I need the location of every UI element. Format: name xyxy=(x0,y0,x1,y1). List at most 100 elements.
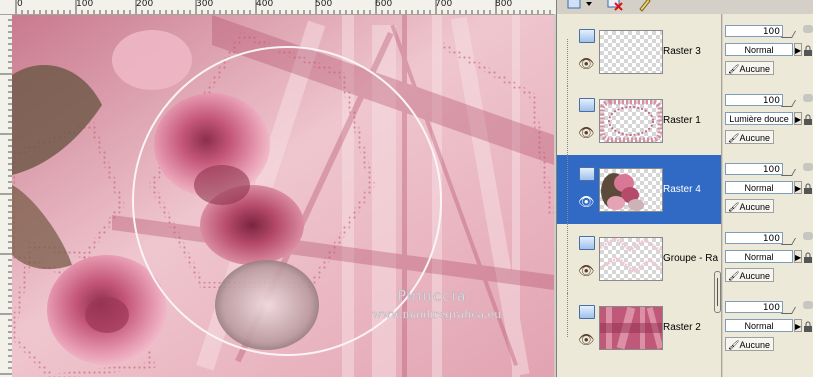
layer-name: Raster 1 xyxy=(663,115,701,126)
blend-mode-select[interactable]: Normal xyxy=(725,319,793,332)
raster-layer-icon xyxy=(579,167,595,181)
link-toggle[interactable] xyxy=(803,163,813,171)
layer-thumbnail xyxy=(599,99,663,143)
layer-row-raster-1[interactable]: 👁︎ Raster 1 xyxy=(557,86,721,155)
opacity-slider[interactable] xyxy=(780,307,797,314)
layer-row-raster-3[interactable]: 👁︎ Raster 3 xyxy=(557,17,721,86)
layer-props-raster-4: 100 Normal ▶ 🖌︎Aucune xyxy=(723,161,813,230)
layer-row-raster-2[interactable]: 👁︎ Raster 2 xyxy=(557,293,721,362)
horizontal-ruler: 0 100 200 300 400 500 600 700 800 xyxy=(12,0,556,15)
layer-properties-column: 100 Normal ▶ 🖌︎Aucune 100 Lumière douce … xyxy=(723,14,813,377)
layer-thumbnail xyxy=(599,306,663,350)
raster-layer-icon xyxy=(579,98,595,112)
frame-thumbnail-art xyxy=(600,100,662,142)
lock-icon[interactable] xyxy=(803,114,813,126)
background-thumbnail-art xyxy=(600,307,662,349)
opacity-field[interactable]: 100 xyxy=(725,25,783,37)
layer-thumbnail xyxy=(599,168,663,212)
ruler-label: 100 xyxy=(76,0,94,9)
lock-icon[interactable] xyxy=(803,45,813,57)
opacity-slider[interactable] xyxy=(780,31,797,38)
layer-thumbnail xyxy=(599,30,663,74)
layer-row-raster-4[interactable]: 👁︎ Raster 4 xyxy=(557,155,721,224)
visibility-eye-icon[interactable]: 👁︎ xyxy=(578,264,595,277)
layer-name: Raster 2 xyxy=(663,322,701,333)
mask-button[interactable]: 🖌︎Aucune xyxy=(725,337,774,351)
layer-name: Groupe - Ra xyxy=(663,253,719,264)
opacity-field[interactable]: 100 xyxy=(725,301,783,313)
blend-mode-arrow-icon[interactable]: ▶ xyxy=(794,43,802,56)
panel-splitter-handle[interactable] xyxy=(714,271,721,313)
new-layer-icon[interactable] xyxy=(565,0,583,13)
ruler-label: 200 xyxy=(136,0,154,9)
raster-layer-icon xyxy=(579,305,595,319)
tree-connector xyxy=(567,39,569,86)
blend-mode-arrow-icon[interactable]: ▶ xyxy=(794,112,802,125)
layer-name: Raster 3 xyxy=(663,46,701,57)
image-canvas-area[interactable]: 0 100 200 300 400 500 600 700 800 Pinucc… xyxy=(0,0,556,377)
watermark-url: www.maidiregrafica.eu xyxy=(372,308,501,321)
visibility-eye-icon[interactable]: 👁︎ xyxy=(578,57,595,70)
vertical-ruler-ticks xyxy=(0,14,12,375)
tree-connector xyxy=(567,155,569,224)
pattern-thumbnail-art xyxy=(600,238,662,274)
ruler-label: 800 xyxy=(495,0,513,9)
visibility-eye-icon[interactable]: 👁︎ xyxy=(578,195,595,208)
opacity-slider[interactable] xyxy=(780,169,797,176)
blend-mode-select[interactable]: Normal xyxy=(725,181,793,194)
ruler-label: 700 xyxy=(435,0,453,9)
link-toggle[interactable] xyxy=(803,25,813,33)
link-toggle[interactable] xyxy=(803,94,813,102)
layer-name: Raster 4 xyxy=(663,184,701,195)
group-layer-icon xyxy=(579,236,595,250)
mask-label: Aucune xyxy=(739,64,770,74)
lock-icon[interactable] xyxy=(803,183,813,195)
delete-layer-icon[interactable] xyxy=(605,0,625,13)
blend-mode-select[interactable]: Normal xyxy=(725,250,793,263)
mask-button[interactable]: 🖌︎Aucune xyxy=(725,130,774,144)
opacity-field[interactable]: 100 xyxy=(725,232,783,244)
brush-icon: 🖌︎ xyxy=(728,133,740,143)
blend-mode-arrow-icon[interactable]: ▶ xyxy=(794,181,802,194)
roses-thumbnail-art xyxy=(601,173,644,211)
mask-button[interactable]: 🖌︎Aucune xyxy=(725,199,774,213)
link-toggle[interactable] xyxy=(803,301,813,309)
brush-icon: 🖌︎ xyxy=(728,271,740,281)
layer-props-raster-1: 100 Lumière douce ▶ 🖌︎Aucune xyxy=(723,92,813,161)
mask-label: Aucune xyxy=(739,133,770,143)
tree-connector xyxy=(567,224,569,293)
layer-row-group[interactable]: 👁︎ Groupe - Ra xyxy=(557,224,721,293)
visibility-eye-icon[interactable]: 👁︎ xyxy=(578,126,595,139)
brush-icon: 🖌︎ xyxy=(728,340,740,350)
layer-props-raster-2: 100 Normal ▶ 🖌︎Aucune xyxy=(723,299,813,368)
layer-props-raster-3: 100 Normal ▶ 🖌︎Aucune xyxy=(723,23,813,92)
ruler-label: 400 xyxy=(256,0,274,9)
ruler-label: 500 xyxy=(315,0,333,9)
blend-mode-select[interactable]: Normal xyxy=(725,43,793,56)
blend-mode-arrow-icon[interactable]: ▶ xyxy=(794,319,802,332)
blend-mode-select[interactable]: Lumière douce xyxy=(725,112,793,125)
link-toggle[interactable] xyxy=(803,232,813,240)
watermark-text: Pinuccia xyxy=(397,287,467,305)
visibility-eye-icon[interactable]: 👁︎ xyxy=(578,333,595,346)
layers-palette: 👁︎ Raster 3 👁︎ Raster 1 👁︎ Raster 4 👁︎ G… xyxy=(556,0,813,377)
opacity-field[interactable]: 100 xyxy=(725,94,783,106)
mask-label: Aucune xyxy=(739,271,770,281)
ruler-label: 0 xyxy=(17,0,23,9)
artwork-image[interactable]: Pinuccia www.maidiregrafica.eu xyxy=(12,15,554,377)
brush-icon: 🖌︎ xyxy=(728,202,740,212)
tree-connector xyxy=(567,293,569,337)
mask-label: Aucune xyxy=(739,202,770,212)
opacity-slider[interactable] xyxy=(780,238,797,245)
blend-mode-arrow-icon[interactable]: ▶ xyxy=(794,250,802,263)
edit-icon[interactable] xyxy=(635,0,655,13)
lock-icon[interactable] xyxy=(803,252,813,264)
layers-toolbar xyxy=(557,0,813,14)
mask-button[interactable]: 🖌︎Aucune xyxy=(725,268,774,282)
ruler-label: 600 xyxy=(375,0,393,9)
mask-button[interactable]: 🖌︎Aucune xyxy=(725,61,774,75)
dropdown-arrow-icon[interactable] xyxy=(585,0,593,13)
opacity-field[interactable]: 100 xyxy=(725,163,783,175)
opacity-slider[interactable] xyxy=(780,100,797,107)
lock-icon[interactable] xyxy=(803,321,813,333)
